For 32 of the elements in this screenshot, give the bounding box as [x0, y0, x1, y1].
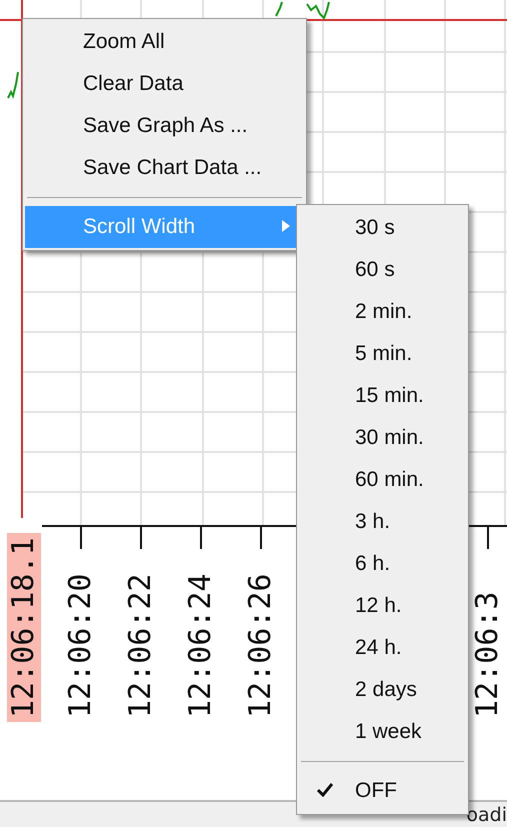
menu-item[interactable]: Zoom All: [25, 21, 304, 63]
axis-label: 12:06:22: [124, 574, 158, 718]
menu-item[interactable]: Save Graph As ...: [25, 105, 304, 147]
axis-tick: [140, 526, 142, 549]
menu-item[interactable]: 2 days: [299, 669, 466, 711]
menu-item[interactable]: OFF: [299, 770, 466, 812]
axis-label: 12:06:24: [184, 574, 218, 718]
menu-item[interactable]: 24 h.: [299, 627, 466, 669]
menu-item[interactable]: 2 min.: [299, 291, 466, 333]
menu-item[interactable]: Clear Data: [25, 63, 304, 105]
submenu-arrow-icon: [282, 220, 290, 232]
axis-tick: [200, 526, 202, 549]
menu-item[interactable]: Save Chart Data ...: [25, 147, 304, 189]
menu-item[interactable]: 6 h.: [299, 543, 466, 585]
menu-item[interactable]: 12 h.: [299, 585, 466, 627]
menu-item[interactable]: 5 min.: [299, 333, 466, 375]
menu-item[interactable]: 60 min.: [299, 459, 466, 501]
axis-label: 12:06:20: [64, 574, 98, 718]
axis-label: 12:06:3: [471, 592, 505, 718]
menu-item[interactable]: 60 s: [299, 249, 466, 291]
menu-item[interactable]: 1 week: [299, 711, 466, 753]
menu-item[interactable]: 15 min.: [299, 375, 466, 417]
menu-item[interactable]: 3 h.: [299, 501, 466, 543]
axis-tick: [260, 526, 262, 549]
signal-trace: [275, 1, 330, 20]
axis-tick: [487, 526, 489, 549]
menu-item[interactable]: 30 min.: [299, 417, 466, 459]
axis-tick: [80, 526, 82, 549]
status-text: oadi: [466, 803, 507, 827]
axis-label: 12:06:18.1: [7, 533, 41, 722]
signal-trace: [7, 72, 19, 99]
axis-label: 12:06:26: [244, 574, 278, 718]
